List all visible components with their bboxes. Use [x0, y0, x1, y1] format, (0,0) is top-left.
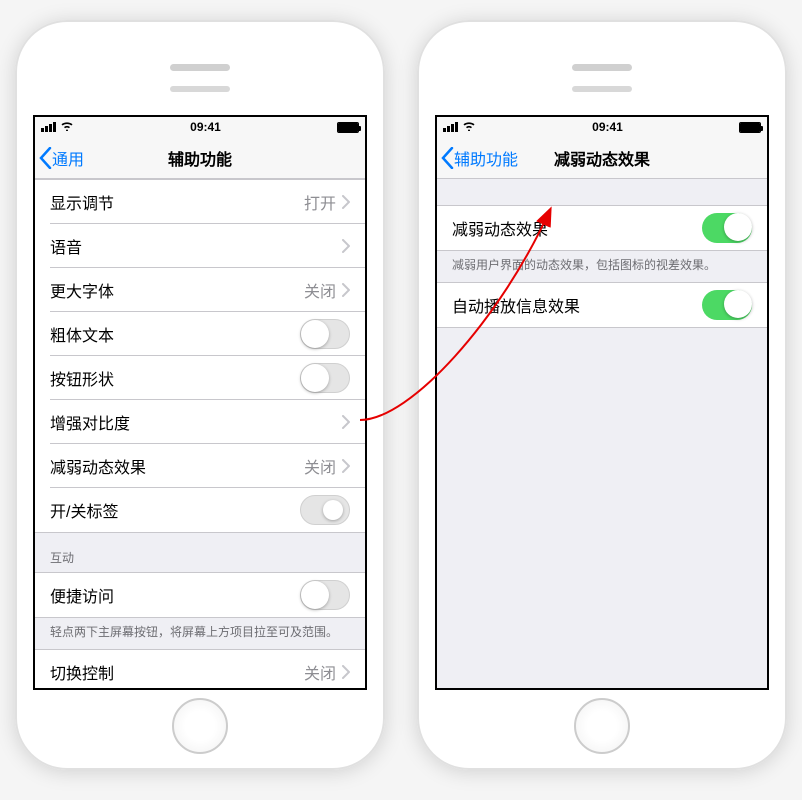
battery-icon [337, 122, 359, 133]
row-label: 开/关标签 [50, 498, 300, 522]
status-bar: 09:41 [35, 117, 365, 137]
row-larger-text[interactable]: 更大字体 关闭 [35, 268, 365, 312]
row-label: 增强对比度 [50, 410, 342, 434]
settings-list-3: 切换控制 关闭 AssistiveTouch 关闭 [35, 649, 365, 690]
screen-left: 09:41 通用 辅助功能 显示调节 打开 语音 更大字体 [33, 115, 367, 690]
chevron-left-icon [441, 147, 454, 169]
bold-text-toggle[interactable] [300, 319, 350, 349]
phone-left: 09:41 通用 辅助功能 显示调节 打开 语音 更大字体 [15, 20, 385, 770]
chevron-right-icon [342, 665, 350, 679]
chevron-right-icon [342, 283, 350, 297]
back-label: 辅助功能 [454, 146, 518, 170]
row-increase-contrast[interactable]: 增强对比度 [35, 400, 365, 444]
chevron-left-icon [39, 147, 52, 169]
reduce-motion-toggle[interactable] [702, 213, 752, 243]
status-left [443, 120, 476, 134]
status-right [337, 122, 359, 133]
page-title: 辅助功能 [168, 146, 232, 170]
signal-icon [41, 122, 56, 132]
row-value: 打开 [304, 190, 336, 214]
row-value: 关闭 [304, 660, 336, 684]
row-value: 关闭 [304, 278, 336, 302]
row-display-accommodations[interactable]: 显示调节 打开 [35, 180, 365, 224]
phone-sensor [170, 86, 230, 92]
row-on-off-labels[interactable]: 开/关标签 [35, 488, 365, 532]
row-button-shapes[interactable]: 按钮形状 [35, 356, 365, 400]
phone-sensor [572, 86, 632, 92]
row-reduce-motion[interactable]: 减弱动态效果 关闭 [35, 444, 365, 488]
phone-speaker [170, 64, 230, 71]
row-bold-text[interactable]: 粗体文本 [35, 312, 365, 356]
phone-right: 09:41 辅助功能 减弱动态效果 减弱动态效果 减弱用户界面的动态效果，包括图… [417, 20, 787, 770]
row-label: 粗体文本 [50, 322, 300, 346]
row-label: 显示调节 [50, 190, 304, 214]
section-header-interaction: 互动 [35, 533, 365, 572]
back-label: 通用 [52, 146, 84, 170]
settings-list-2: 便捷访问 [35, 572, 365, 618]
wifi-icon [60, 120, 74, 134]
nav-bar: 通用 辅助功能 [35, 137, 365, 179]
on-off-labels-toggle[interactable] [300, 495, 350, 525]
chevron-right-icon [342, 459, 350, 473]
row-speech[interactable]: 语音 [35, 224, 365, 268]
spacer [437, 179, 767, 205]
screen-right: 09:41 辅助功能 减弱动态效果 减弱动态效果 减弱用户界面的动态效果，包括图… [435, 115, 769, 690]
section-footer-reduce-motion: 减弱用户界面的动态效果，包括图标的视差效果。 [437, 251, 767, 282]
row-switch-control[interactable]: 切换控制 关闭 [35, 650, 365, 690]
chevron-right-icon [342, 239, 350, 253]
row-label: 减弱动态效果 [50, 454, 304, 478]
status-bar: 09:41 [437, 117, 767, 137]
home-button[interactable] [172, 698, 228, 754]
phone-speaker [572, 64, 632, 71]
auto-play-effects-toggle[interactable] [702, 290, 752, 320]
back-button[interactable]: 辅助功能 [437, 146, 518, 170]
reachability-toggle[interactable] [300, 580, 350, 610]
row-label: 按钮形状 [50, 366, 300, 390]
status-left [41, 120, 74, 134]
signal-icon [443, 122, 458, 132]
home-button[interactable] [574, 698, 630, 754]
row-label: 自动播放信息效果 [452, 293, 702, 317]
row-label: 便捷访问 [50, 583, 300, 607]
row-auto-play-effects[interactable]: 自动播放信息效果 [437, 283, 767, 327]
row-label: 语音 [50, 234, 342, 258]
wifi-icon [462, 120, 476, 134]
row-reachability[interactable]: 便捷访问 [35, 573, 365, 617]
row-reduce-motion[interactable]: 减弱动态效果 [437, 206, 767, 250]
button-shapes-toggle[interactable] [300, 363, 350, 393]
page-title: 减弱动态效果 [554, 146, 650, 170]
back-button[interactable]: 通用 [35, 146, 84, 170]
settings-list-1: 显示调节 打开 语音 更大字体 关闭 粗体文本 按钮形状 [35, 179, 365, 533]
battery-icon [739, 122, 761, 133]
row-label: 减弱动态效果 [452, 216, 702, 240]
settings-list-1: 减弱动态效果 [437, 205, 767, 251]
row-label: 切换控制 [50, 660, 304, 684]
row-value: 关闭 [304, 454, 336, 478]
section-footer-reachability: 轻点两下主屏幕按钮，将屏幕上方项目拉至可及范围。 [35, 618, 365, 649]
status-time: 09:41 [592, 120, 623, 134]
chevron-right-icon [342, 415, 350, 429]
row-label: 更大字体 [50, 278, 304, 302]
settings-list-2: 自动播放信息效果 [437, 282, 767, 328]
chevron-right-icon [342, 195, 350, 209]
nav-bar: 辅助功能 减弱动态效果 [437, 137, 767, 179]
status-right [739, 122, 761, 133]
status-time: 09:41 [190, 120, 221, 134]
